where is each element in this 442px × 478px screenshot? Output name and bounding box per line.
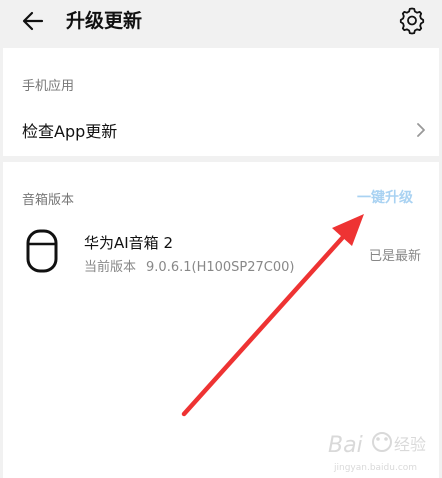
arrow-left-icon [22,11,44,31]
upgrade-update-screen: 升级更新 手机应用 检查App更新 音箱版本 一键升级 华为AI音箱 2 当前版… [0,0,442,478]
back-button[interactable] [20,6,50,36]
svg-text:经验: 经验 [394,435,426,454]
baidu-watermark-logo: Bai 经验 jingyan.baidu.com [328,432,426,473]
gear-icon [399,7,425,35]
svg-text:jingyan.baidu.com: jingyan.baidu.com [333,463,417,473]
smart-speaker-icon [26,229,58,273]
settings-button[interactable] [397,5,427,35]
phone-apps-section-label: 手机应用 [22,79,75,94]
svg-text:Bai: Bai [328,433,363,458]
check-app-updates-label: 检查App更新 [22,122,118,141]
version-value: 9.0.6.1(H100SP27C00) [146,260,295,275]
update-status: 已是最新 [369,249,422,264]
speaker-version-section-label: 音箱版本 [22,193,75,208]
device-name: 华为AI音箱 2 [84,234,173,252]
version-label: 当前版本 [84,260,137,275]
page-title: 升级更新 [66,10,143,32]
device-version: 当前版本 9.0.6.1(H100SP27C00) [84,256,294,275]
header-bar: 升级更新 [0,0,442,44]
chevron-right-icon [417,123,425,137]
one-click-upgrade-button[interactable]: 一键升级 [357,187,413,207]
phone-apps-card: 手机应用 检查App更新 [3,48,439,156]
